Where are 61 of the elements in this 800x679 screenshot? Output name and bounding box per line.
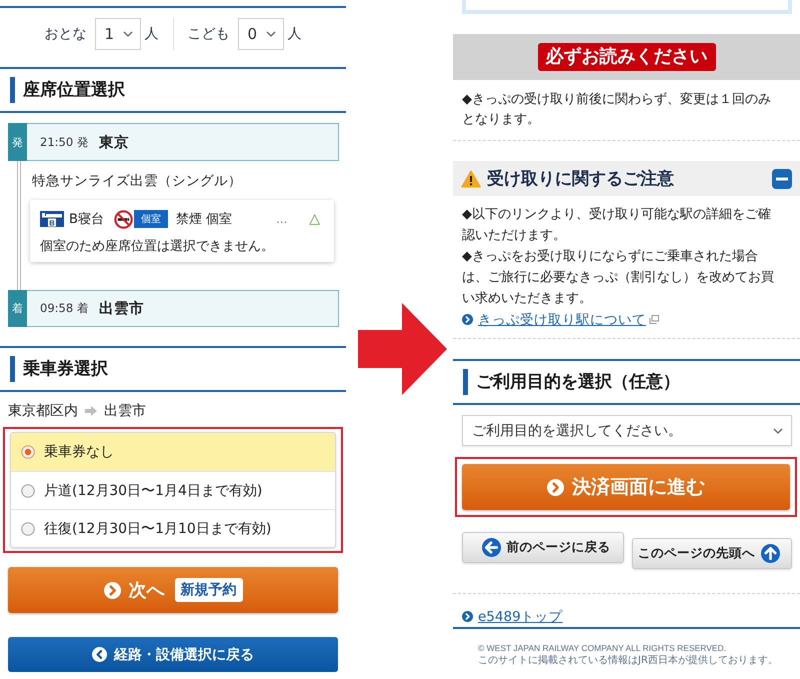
notice-paragraph: ◆きっぷをお受け取りにならずにご乗車された場合は、ご旅行に必要なきっぷ（割引なし）を改めてお買い求めいただきます。 [462,248,775,308]
arrow-icon [85,406,97,416]
ticket-option[interactable]: 往復(12月30日〜1月10日まで有効) [11,509,335,547]
unit-label: 人 [144,25,158,43]
passenger-label: おとな [44,25,86,43]
route-destination: 出雲市 [104,402,146,420]
chevron-circle-icon [92,647,107,662]
train-name: 特急サンライズ出雲（シングル） [32,172,243,190]
previous-page-button[interactable]: 前のページに戻る [462,532,624,563]
warning-icon [461,170,481,188]
footer-note: このサイトに掲載されている情報はJR西日本が提供しております。 [478,654,779,667]
route-origin: 東京都区内 [8,402,78,420]
ticket-option[interactable]: 乗車券なし [11,433,335,471]
collapse-toggle[interactable] [772,168,792,188]
ellipsis-mark: … [276,212,288,226]
chevron-circle-icon [462,314,473,325]
external-link-icon [649,315,659,324]
section-heading: ご利用目的を選択（任意） [463,369,800,395]
seat-note: 個室のため座席位置は選択できません。 [40,238,275,256]
radio-icon [21,484,35,498]
right-arrow-icon [358,303,447,395]
section-heading: 座席位置選択 [10,77,346,103]
section-heading: 乗車券選択 [10,356,346,382]
radio-icon [21,445,35,459]
no-smoking-icon [114,210,133,228]
arrival-tag: 着 [8,290,27,327]
passenger-label: こども [188,25,230,43]
radio-icon [21,522,35,536]
passenger-select[interactable]: 1 [94,18,140,50]
notice-title: 受け取りに関するご注意 [487,168,674,190]
passenger-select[interactable]: 0 [238,18,284,50]
page-top-button[interactable]: このページの先頭へ [632,538,792,569]
chevron-down-icon [773,428,783,434]
next-button[interactable]: 次へ 新規予約 [8,567,338,613]
unit-label: 人 [288,25,302,43]
departure-tag: 発 [8,123,27,161]
notice-text: ◆きっぷの受け取り前後に関わらず、変更は１回のみとなります。 [453,80,800,141]
notice-paragraph: ◆以下のリンクより、受け取り可能な駅の詳細をご確認いただけます。 [462,206,772,245]
copyright-text: © WEST JAPAN RAILWAY COMPANY ALL RIGHTS RESERVED. [478,642,728,654]
back-button[interactable]: 経路・設備選択に戻る [8,637,338,672]
berth-class: B寝台 [69,211,104,228]
chevron-down-icon [266,31,276,37]
purpose-select[interactable]: ご利用目的を選択してください。 [462,415,792,446]
chevron-circle-icon [462,611,473,622]
station-name: 東京 [98,134,129,152]
top-page-link[interactable]: e5489トップ [478,608,563,626]
must-read-badge: 必ずお読みください [538,43,716,71]
ticket-option[interactable]: 片道(12月30日〜1月4日まで有効) [11,471,335,509]
station-name: 出雲市 [98,300,144,318]
stop-time: 09:58 着 [40,301,89,316]
room-type: 禁煙 個室 [176,211,232,228]
chevron-circle-icon [104,582,120,598]
room-badge: 個室 [134,210,168,228]
availability-mark: △ [309,211,320,227]
chevron-circle-icon [547,478,564,496]
chevron-down-icon [122,31,132,37]
left-arrow-icon [482,538,500,557]
new-reservation-badge: 新規予約 [174,578,242,602]
stop-time: 21:50 発 [40,134,89,150]
up-arrow-icon [761,544,780,563]
station-info-link[interactable]: きっぷ受け取り駅について [478,310,646,328]
